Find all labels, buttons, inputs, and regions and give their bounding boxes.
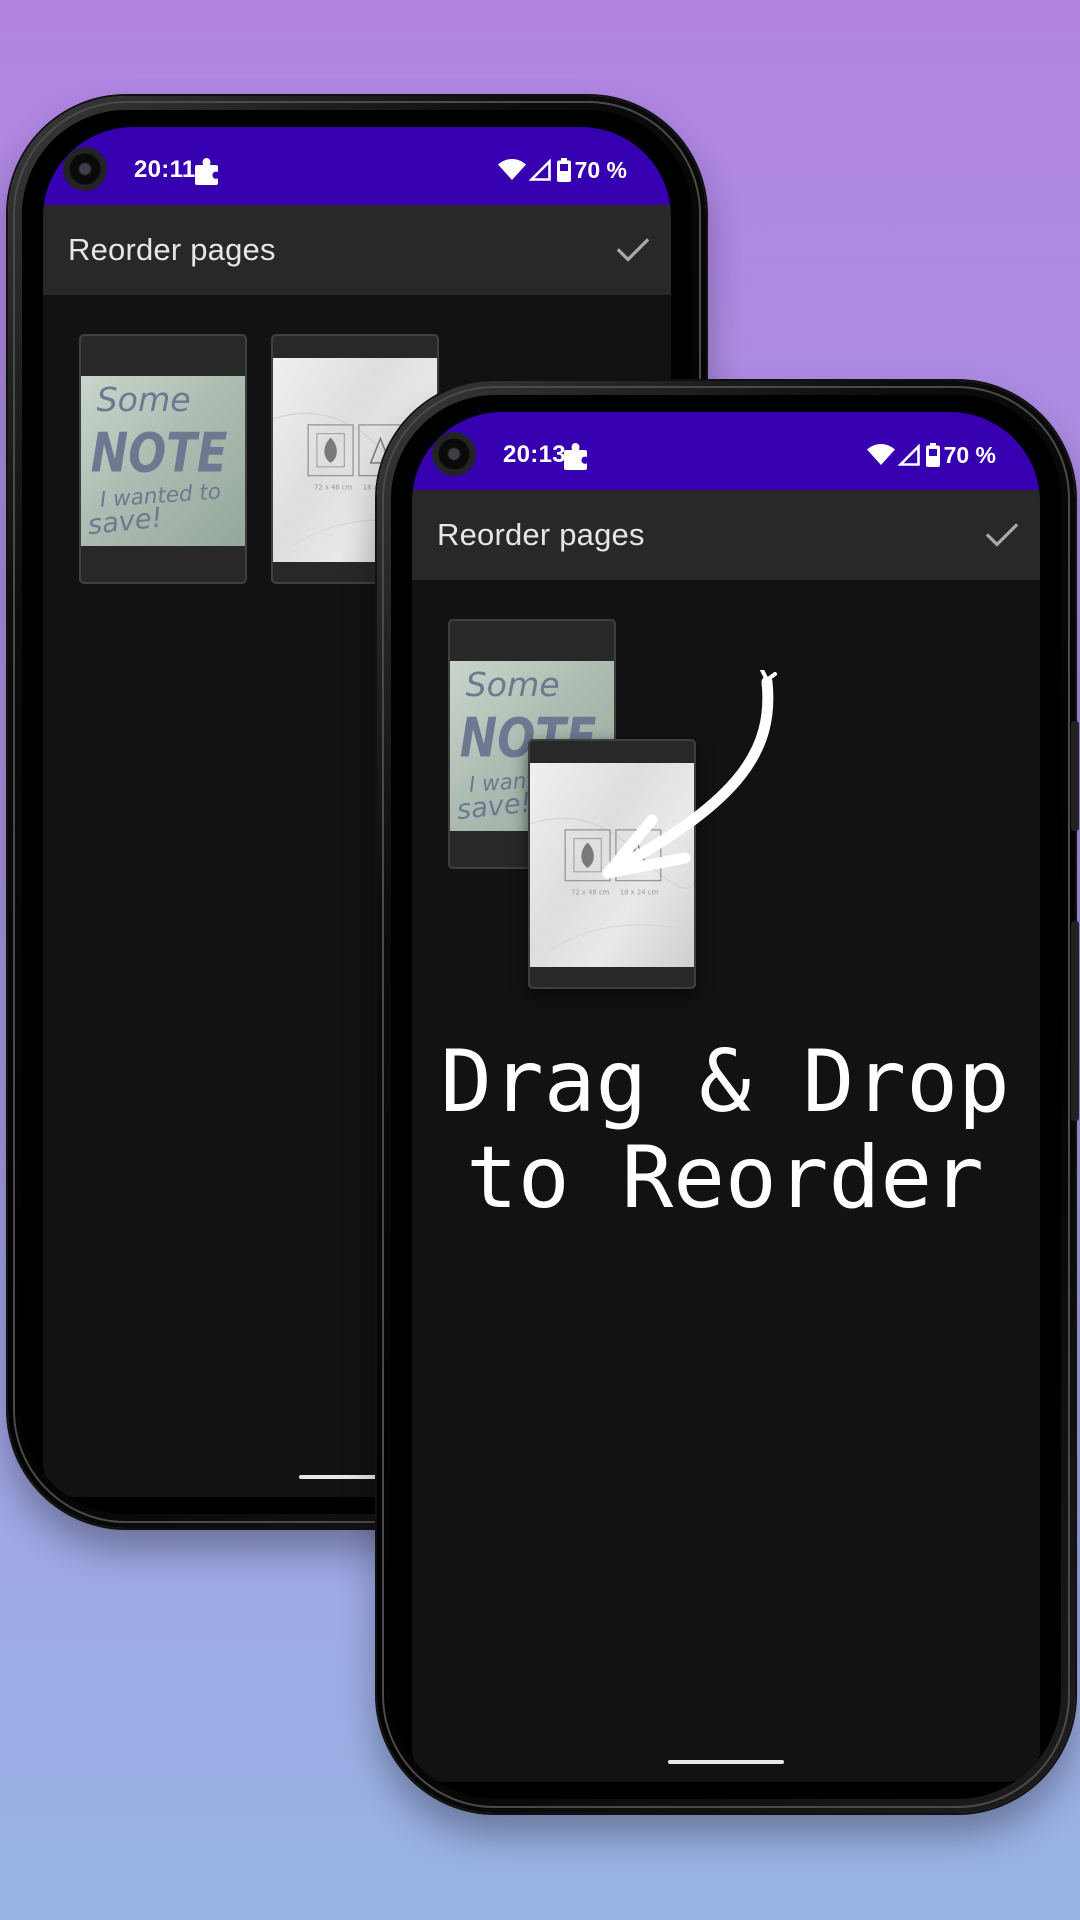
volume-button (1071, 921, 1079, 1121)
page-thumbnail[interactable]: Some NOTE I wanted to save! (79, 334, 247, 584)
status-time: 20:11 (134, 156, 196, 183)
drag-drop-caption: Drag & Drop to Reorder (405, 1034, 1045, 1226)
status-bar: 20:13 70 % (412, 412, 1040, 490)
front-camera (63, 147, 107, 191)
wifi-icon (866, 444, 895, 465)
front-camera (432, 432, 476, 476)
note-line: save! (455, 788, 533, 827)
check-icon[interactable] (984, 517, 1020, 553)
puzzle-icon (195, 158, 218, 185)
battery-icon (925, 443, 940, 467)
note-line: Some (466, 665, 560, 704)
battery-percent: 70 % (574, 157, 627, 183)
power-button (1071, 721, 1079, 831)
app-bar: Reorder pages (412, 490, 1040, 580)
status-time: 20:13 (503, 441, 566, 468)
note-handwriting: Some NOTE I wanted to save! (86, 380, 228, 542)
signal-icon (528, 159, 551, 181)
curved-arrow-icon (602, 670, 777, 879)
page-title: Reorder pages (68, 232, 276, 267)
battery-icon (556, 158, 571, 182)
page-title: Reorder pages (437, 517, 645, 552)
signal-icon (897, 444, 920, 466)
frame-caption: 72 x 48 cm (314, 483, 353, 491)
app-bar: Reorder pages (43, 205, 671, 295)
battery-percent: 70 % (943, 442, 996, 468)
check-icon[interactable] (615, 232, 651, 268)
note-line: NOTE (91, 421, 228, 485)
gesture-handle[interactable] (668, 1760, 784, 1764)
note-line: Some (97, 380, 191, 419)
note-line: save! (86, 503, 164, 542)
caption-line-1: Drag & Drop (440, 1032, 1010, 1132)
puzzle-icon (564, 443, 587, 470)
status-bar: 20:11 70 % (43, 127, 671, 205)
status-icons: 70 % (866, 442, 996, 468)
wifi-icon (497, 159, 526, 180)
caption-line-2: to Reorder (466, 1128, 984, 1228)
page-image-note: Some NOTE I wanted to save! (81, 376, 245, 546)
status-icons: 70 % (497, 157, 627, 183)
